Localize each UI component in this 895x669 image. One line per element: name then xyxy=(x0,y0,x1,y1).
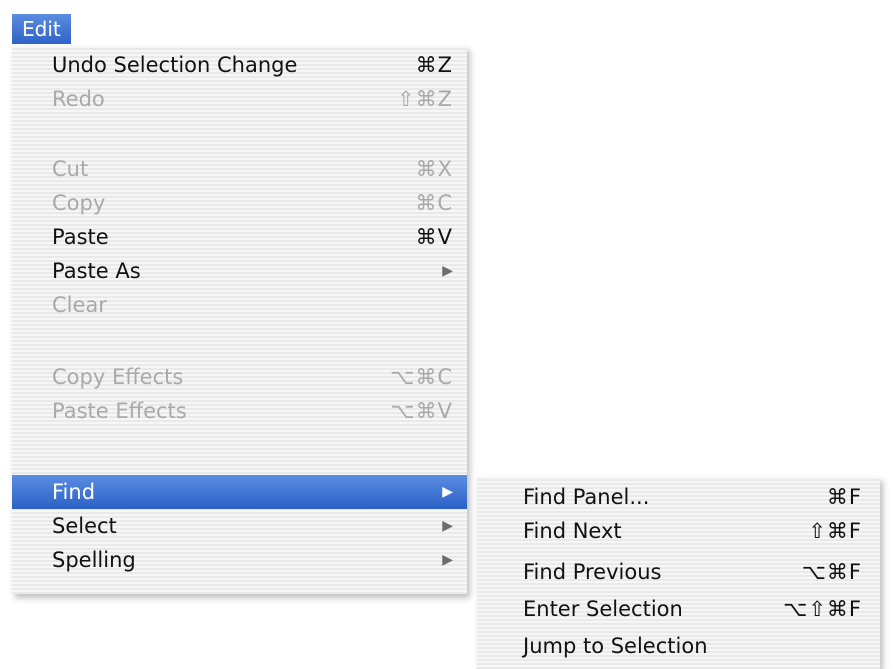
menu-item-undo-selection-change[interactable]: Undo Selection Change ⌘Z xyxy=(12,48,467,82)
find-submenu: Find Panel... ⌘F Find Next ⇧⌘F Find Prev… xyxy=(477,477,880,669)
menu-item-cut: Cut ⌘X xyxy=(12,152,467,186)
menu-item-label: Redo xyxy=(52,87,105,111)
shortcut-label: ⇧⌘F xyxy=(808,519,862,543)
shortcut-label: ⌥⌘C xyxy=(390,365,453,389)
menu-item-label: Paste xyxy=(52,225,109,249)
menu-item-label: Copy xyxy=(52,191,106,215)
shortcut-label: ⌘C xyxy=(415,191,453,215)
menu-item-copy-effects: Copy Effects ⌥⌘C xyxy=(12,360,467,394)
menu-item-spelling[interactable]: Spelling ▶ xyxy=(12,543,467,577)
menu-item-label: Spelling xyxy=(52,548,136,572)
menu-separator xyxy=(12,336,467,337)
menu-item-label: Find xyxy=(52,480,96,504)
submenu-arrow-icon: ▶ xyxy=(442,552,453,568)
menu-item-paste[interactable]: Paste ⌘V xyxy=(12,220,467,254)
submenu-arrow-icon: ▶ xyxy=(442,518,453,534)
edit-menu: Undo Selection Change ⌘Z Redo ⇧⌘Z Cut ⌘X… xyxy=(12,46,467,594)
menu-item-find-previous[interactable]: Find Previous ⌥⌘F xyxy=(477,555,880,589)
menu-item-copy: Copy ⌘C xyxy=(12,186,467,220)
menu-separator xyxy=(12,440,467,441)
menu-item-label: Paste As xyxy=(52,259,141,283)
shortcut-label: ⌘X xyxy=(415,157,453,181)
menu-item-label: Select xyxy=(52,514,117,538)
menu-item-enter-selection[interactable]: Enter Selection ⌥⇧⌘F xyxy=(477,592,880,626)
shortcut-label: ⌘F xyxy=(826,485,862,509)
menu-item-label: Find Next xyxy=(523,519,622,543)
menu-item-label: Find Panel... xyxy=(523,485,650,509)
shortcut-label: ⌥⌘V xyxy=(390,399,453,423)
menu-separator xyxy=(12,126,467,127)
menu-item-select[interactable]: Select ▶ xyxy=(12,509,467,543)
shortcut-label: ⌘Z xyxy=(415,53,453,77)
menu-item-find-next[interactable]: Find Next ⇧⌘F xyxy=(477,514,880,548)
menu-item-label: Cut xyxy=(52,157,89,181)
menu-item-clear: Clear xyxy=(12,288,467,322)
menu-item-redo: Redo ⇧⌘Z xyxy=(12,82,467,116)
menu-item-paste-effects: Paste Effects ⌥⌘V xyxy=(12,394,467,428)
menu-item-paste-as[interactable]: Paste As ▶ xyxy=(12,254,467,288)
submenu-arrow-icon: ▶ xyxy=(442,484,453,500)
menu-item-label: Clear xyxy=(52,293,107,317)
menu-item-label: Enter Selection xyxy=(523,597,683,621)
menu-item-label: Find Previous xyxy=(523,560,662,584)
shortcut-label: ⌥⇧⌘F xyxy=(783,597,862,621)
menu-item-label: Undo Selection Change xyxy=(52,53,298,77)
shortcut-label: ⌘V xyxy=(415,225,453,249)
menu-item-find[interactable]: Find ▶ xyxy=(12,475,467,509)
menu-item-label: Jump to Selection xyxy=(523,634,708,658)
menu-item-label: Paste Effects xyxy=(52,399,187,423)
submenu-arrow-icon: ▶ xyxy=(442,263,453,279)
edit-menu-title[interactable]: Edit xyxy=(12,14,71,44)
menu-item-find-panel[interactable]: Find Panel... ⌘F xyxy=(477,480,880,514)
menu-item-label: Copy Effects xyxy=(52,365,184,389)
shortcut-label: ⌥⌘F xyxy=(801,560,862,584)
shortcut-label: ⇧⌘Z xyxy=(397,87,453,111)
menu-item-jump-to-selection[interactable]: Jump to Selection xyxy=(477,629,880,663)
screen: Edit Undo Selection Change ⌘Z Redo ⇧⌘Z C… xyxy=(0,0,895,669)
